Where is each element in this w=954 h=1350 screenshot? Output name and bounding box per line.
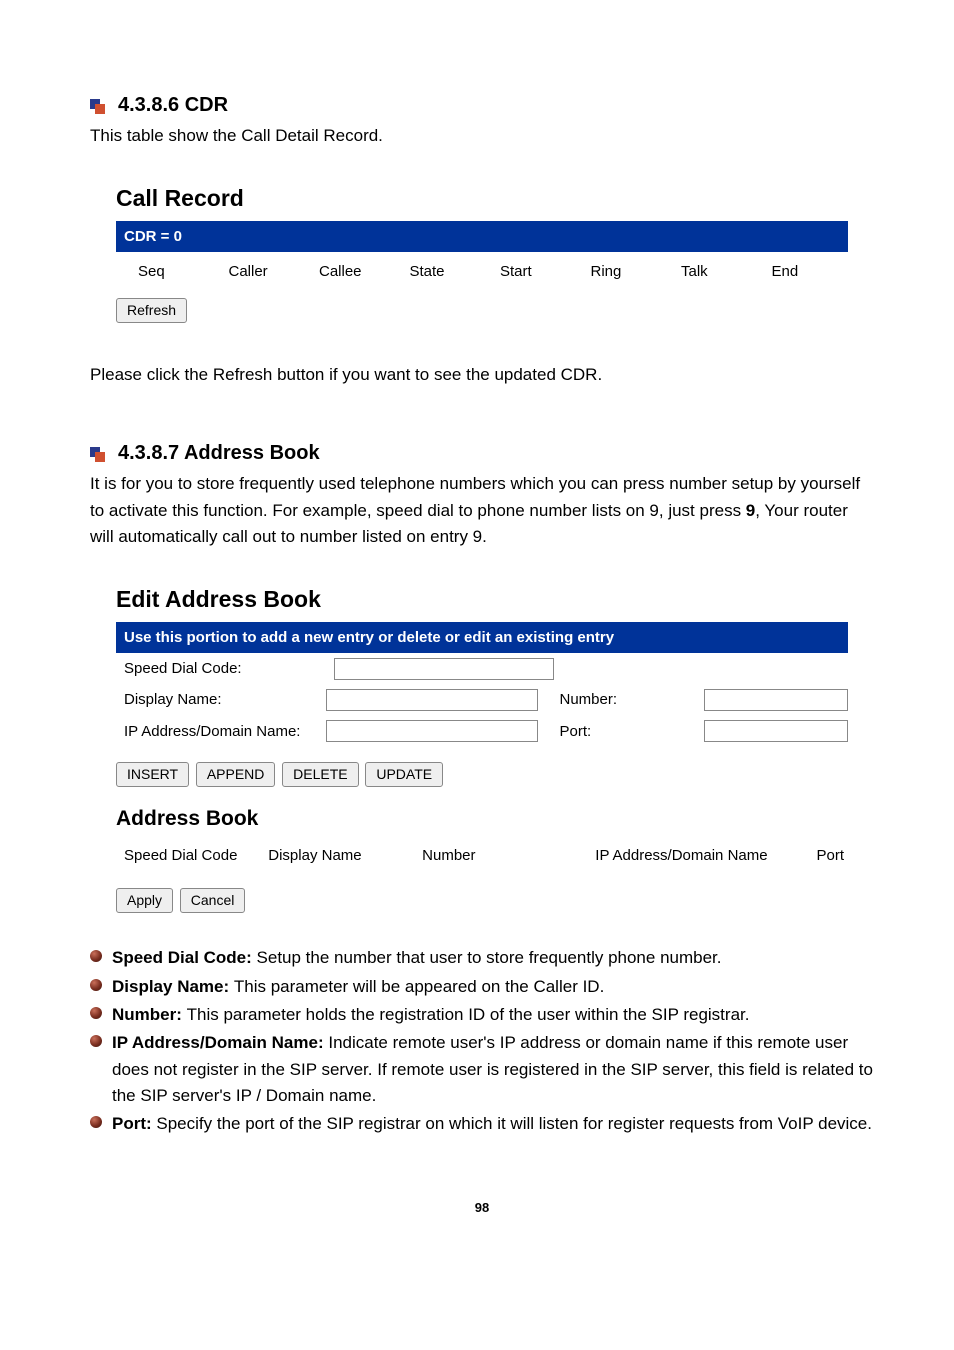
bullet-icon [90, 1007, 102, 1019]
bullet-number: Number: This parameter holds the registr… [90, 1002, 874, 1028]
abcol-number: Number [422, 844, 595, 867]
edit-address-book-figure: Edit Address Book Use this portion to ad… [90, 564, 874, 927]
bullet-icon [90, 1116, 102, 1128]
cdr-count-bar: CDR = 0 [116, 221, 848, 252]
input-speed-dial-code[interactable] [334, 658, 554, 680]
insert-button[interactable]: INSERT [116, 762, 189, 787]
col-callee: Callee [301, 260, 392, 283]
call-record-figure: Call Record CDR = 0 Seq Caller Callee St… [90, 163, 874, 337]
edit-address-book-title: Edit Address Book [116, 582, 848, 618]
input-display-name[interactable] [326, 689, 538, 711]
input-ip-domain[interactable] [326, 720, 538, 742]
address-book-intro: It is for you to store frequently used t… [90, 471, 874, 550]
section-heading-address-book: 4.3.8.7 Address Book [90, 438, 874, 469]
delete-button[interactable]: DELETE [282, 762, 358, 787]
cdr-note: Please click the Refresh button if you w… [90, 362, 874, 388]
call-record-title: Call Record [116, 181, 848, 217]
bullet-ip-domain: IP Address/Domain Name: Indicate remote … [90, 1030, 874, 1109]
ab-intro-part1: It is for you to store frequently used t… [90, 474, 860, 519]
section-heading-cdr: 4.3.8.6 CDR [90, 90, 874, 121]
page-number: 98 [90, 1198, 874, 1218]
col-seq: Seq [120, 260, 211, 283]
abcol-port: Port [816, 844, 848, 867]
bullet-icon [90, 950, 102, 962]
refresh-button[interactable]: Refresh [116, 298, 187, 323]
bullet-icon [90, 1035, 102, 1047]
col-caller: Caller [211, 260, 302, 283]
bullet-display-text: This parameter will be appeared on the C… [234, 977, 604, 996]
col-ring: Ring [573, 260, 664, 283]
bullet-display-title: Display Name: [112, 977, 234, 996]
edit-address-book-bar: Use this portion to add a new entry or d… [116, 622, 848, 653]
input-port[interactable] [704, 720, 848, 742]
bullet-number-title: Number: [112, 1005, 187, 1024]
label-ip-domain: IP Address/Domain Name: [124, 720, 326, 743]
col-start: Start [482, 260, 573, 283]
bullet-speed-title: Speed Dial Code: [112, 948, 257, 967]
cdr-columns: Seq Caller Callee State Start Ring Talk … [116, 252, 848, 293]
bullet-port: Port: Specify the port of the SIP regist… [90, 1111, 874, 1137]
cancel-button[interactable]: Cancel [180, 888, 246, 913]
update-button[interactable]: UPDATE [365, 762, 443, 787]
abcol-ip: IP Address/Domain Name [595, 844, 816, 867]
bullet-speed-text: Setup the number that user to store freq… [257, 948, 722, 967]
col-state: State [392, 260, 483, 283]
col-talk: Talk [663, 260, 754, 283]
heading-cdr: 4.3.8.6 CDR [118, 90, 228, 121]
ab-intro-bold: 9 [746, 501, 755, 520]
input-number[interactable] [704, 689, 848, 711]
bullet-display-name: Display Name: This parameter will be app… [90, 974, 874, 1000]
abcol-speed: Speed Dial Code [124, 844, 268, 867]
label-speed-dial-code: Speed Dial Code: [124, 657, 334, 680]
apply-button[interactable]: Apply [116, 888, 173, 913]
section-marker-icon [90, 447, 104, 461]
address-book-columns: Speed Dial Code Display Name Number IP A… [116, 840, 848, 877]
label-number: Number: [538, 688, 704, 711]
abcol-display: Display Name [268, 844, 422, 867]
bullet-ip-title: IP Address/Domain Name: [112, 1033, 328, 1052]
bullet-port-text: Specify the port of the SIP registrar on… [156, 1114, 872, 1133]
bullet-icon [90, 979, 102, 991]
label-display-name: Display Name: [124, 688, 326, 711]
bullet-port-title: Port: [112, 1114, 156, 1133]
label-port: Port: [538, 720, 704, 743]
bullet-speed-dial: Speed Dial Code: Setup the number that u… [90, 945, 874, 971]
col-end: End [754, 260, 845, 283]
address-book-subtitle: Address Book [116, 803, 848, 836]
cdr-intro: This table show the Call Detail Record. [90, 123, 874, 149]
append-button[interactable]: APPEND [196, 762, 276, 787]
section-marker-icon [90, 99, 104, 113]
heading-address-book: 4.3.8.7 Address Book [118, 438, 320, 469]
bullet-number-text: This parameter holds the registration ID… [187, 1005, 750, 1024]
